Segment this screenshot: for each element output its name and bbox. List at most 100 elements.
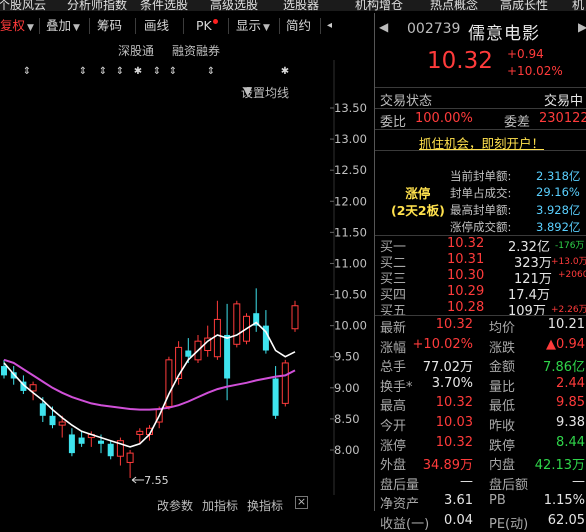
- stat-value: —: [460, 473, 473, 489]
- stat-label: 涨停: [380, 438, 407, 454]
- stat-label: 收益(一): [380, 517, 430, 532]
- y-tick-label: 12.00: [334, 194, 367, 208]
- event-marker: ⇕: [116, 66, 124, 77]
- bid-price: 10.28: [447, 300, 485, 315]
- stat-label: PB: [489, 493, 506, 509]
- stat-label: 换手*: [380, 379, 413, 395]
- stat-label: 盘后量: [380, 477, 420, 493]
- candle-body: [78, 437, 85, 444]
- menu-item[interactable]: 高成长性: [500, 0, 548, 11]
- stat-value: 9.85: [556, 395, 585, 411]
- menu-item[interactable]: 机: [572, 0, 584, 11]
- stat-value: 10.21: [547, 317, 585, 332]
- candle-body: [58, 421, 66, 426]
- switch-indicator-button[interactable]: 换指标: [247, 497, 283, 514]
- event-marker: ⇕: [169, 66, 177, 77]
- limit-up-badge: 涨停 (2天2板): [391, 185, 445, 219]
- event-marker: ⇕: [207, 66, 215, 77]
- bid-change: +13.0万: [551, 257, 586, 267]
- stat-value: 1.15%: [543, 493, 585, 509]
- candle-body: [233, 303, 241, 345]
- stat-label: 跌停: [489, 438, 516, 454]
- stat-value: 10.32: [435, 434, 473, 450]
- divider: [375, 108, 586, 109]
- stat-value: 10.03: [435, 415, 473, 430]
- candle-body: [291, 305, 299, 330]
- stat-value: 3.70%: [431, 375, 473, 391]
- candle-body: [1, 366, 7, 376]
- stat-label: 昨收: [489, 419, 516, 434]
- candle-body: [175, 346, 183, 379]
- y-tick-label: 13.50: [334, 101, 367, 115]
- divider: [375, 87, 586, 88]
- candle-body: [107, 443, 114, 457]
- divider: [375, 150, 586, 151]
- bid-change: +2060: [558, 270, 586, 280]
- bid-change: -176万: [555, 241, 585, 251]
- stat-label: 净资产: [380, 497, 420, 513]
- weicha-label: 委差: [504, 115, 531, 130]
- stat-label: 盘后额: [489, 477, 529, 493]
- divider: [375, 129, 586, 130]
- stat-value: 10.32: [435, 317, 473, 332]
- seal-value: 2.318亿: [536, 169, 581, 183]
- stat-value: —: [572, 473, 585, 489]
- y-tick-label: 9.50: [334, 350, 360, 364]
- stat-value: 9.38: [556, 415, 585, 430]
- weicha-value: 230122: [539, 111, 586, 126]
- seal-label: 当前封单额:: [450, 169, 512, 183]
- candlestick-chart[interactable]: 13.50 13.00 12.50 12.00 11.50 11.00 10.50 10.00…: [0, 0, 374, 511]
- stat-label: PE(动): [489, 517, 529, 532]
- change-params-button[interactable]: 改参数: [157, 497, 193, 514]
- close-icon[interactable]: ×: [295, 496, 308, 509]
- stat-value: 7.86亿: [543, 360, 585, 376]
- stat-label: 最新: [380, 321, 407, 336]
- stat-label: 均价: [489, 321, 516, 336]
- stat-value: 8.44: [556, 434, 585, 450]
- candle-body: [98, 440, 104, 444]
- event-marker: ⇕: [79, 66, 87, 77]
- prev-stock-icon[interactable]: ◀: [379, 20, 388, 34]
- stat-value: +10.02%: [412, 336, 473, 352]
- stat-label: 金额: [489, 360, 516, 376]
- y-tick-label: 8.00: [334, 443, 360, 457]
- add-indicator-button[interactable]: 加指标: [202, 497, 238, 514]
- stat-value: 34.89万: [422, 458, 473, 474]
- seal-value: 3.892亿: [536, 220, 581, 234]
- bid-price: 10.29: [447, 284, 485, 299]
- y-tick-label: 11.50: [334, 225, 367, 239]
- status-value: 交易中: [544, 94, 584, 109]
- stat-label: 内盘: [489, 458, 516, 474]
- stat-label: 量比: [489, 379, 516, 395]
- event-marker: ⇕: [23, 66, 31, 77]
- candle-body: [29, 384, 37, 392]
- event-marker: ✱: [281, 66, 289, 77]
- bid-price: 10.30: [447, 268, 485, 283]
- stat-value: 2.44: [556, 375, 585, 391]
- stat-label: 最低: [489, 399, 516, 415]
- stock-name: 儒意电影: [468, 24, 540, 44]
- y-tick-label: 8.50: [334, 412, 360, 426]
- stat-label: 总手: [380, 360, 407, 376]
- candle-body: [185, 350, 192, 357]
- candle-body: [136, 430, 144, 435]
- bid-price: 10.32: [447, 236, 485, 251]
- stat-value: 62.05: [547, 513, 585, 528]
- candle-body: [39, 403, 46, 416]
- seal-label: 最高封单额:: [450, 203, 512, 217]
- limit-up-text: 涨停: [405, 186, 431, 201]
- stat-label: 今开: [380, 419, 407, 434]
- stat-label: 涨跌: [489, 340, 516, 356]
- stat-label: 涨幅: [380, 340, 407, 356]
- price-change: +0.94: [507, 47, 544, 61]
- stat-label: 外盘: [380, 458, 407, 474]
- event-marker: ⇕: [153, 66, 161, 77]
- y-tick-label: 11.00: [334, 256, 367, 270]
- menu-item[interactable]: 热点概念: [430, 0, 478, 11]
- low-annotation-label: 7.55: [144, 474, 169, 487]
- bid-price: 10.31: [447, 252, 485, 267]
- next-stock-icon[interactable]: ▶: [578, 20, 586, 34]
- candle-body: [213, 318, 221, 358]
- seal-label: 封单占成交:: [450, 186, 512, 200]
- stat-label: 最高: [380, 399, 407, 415]
